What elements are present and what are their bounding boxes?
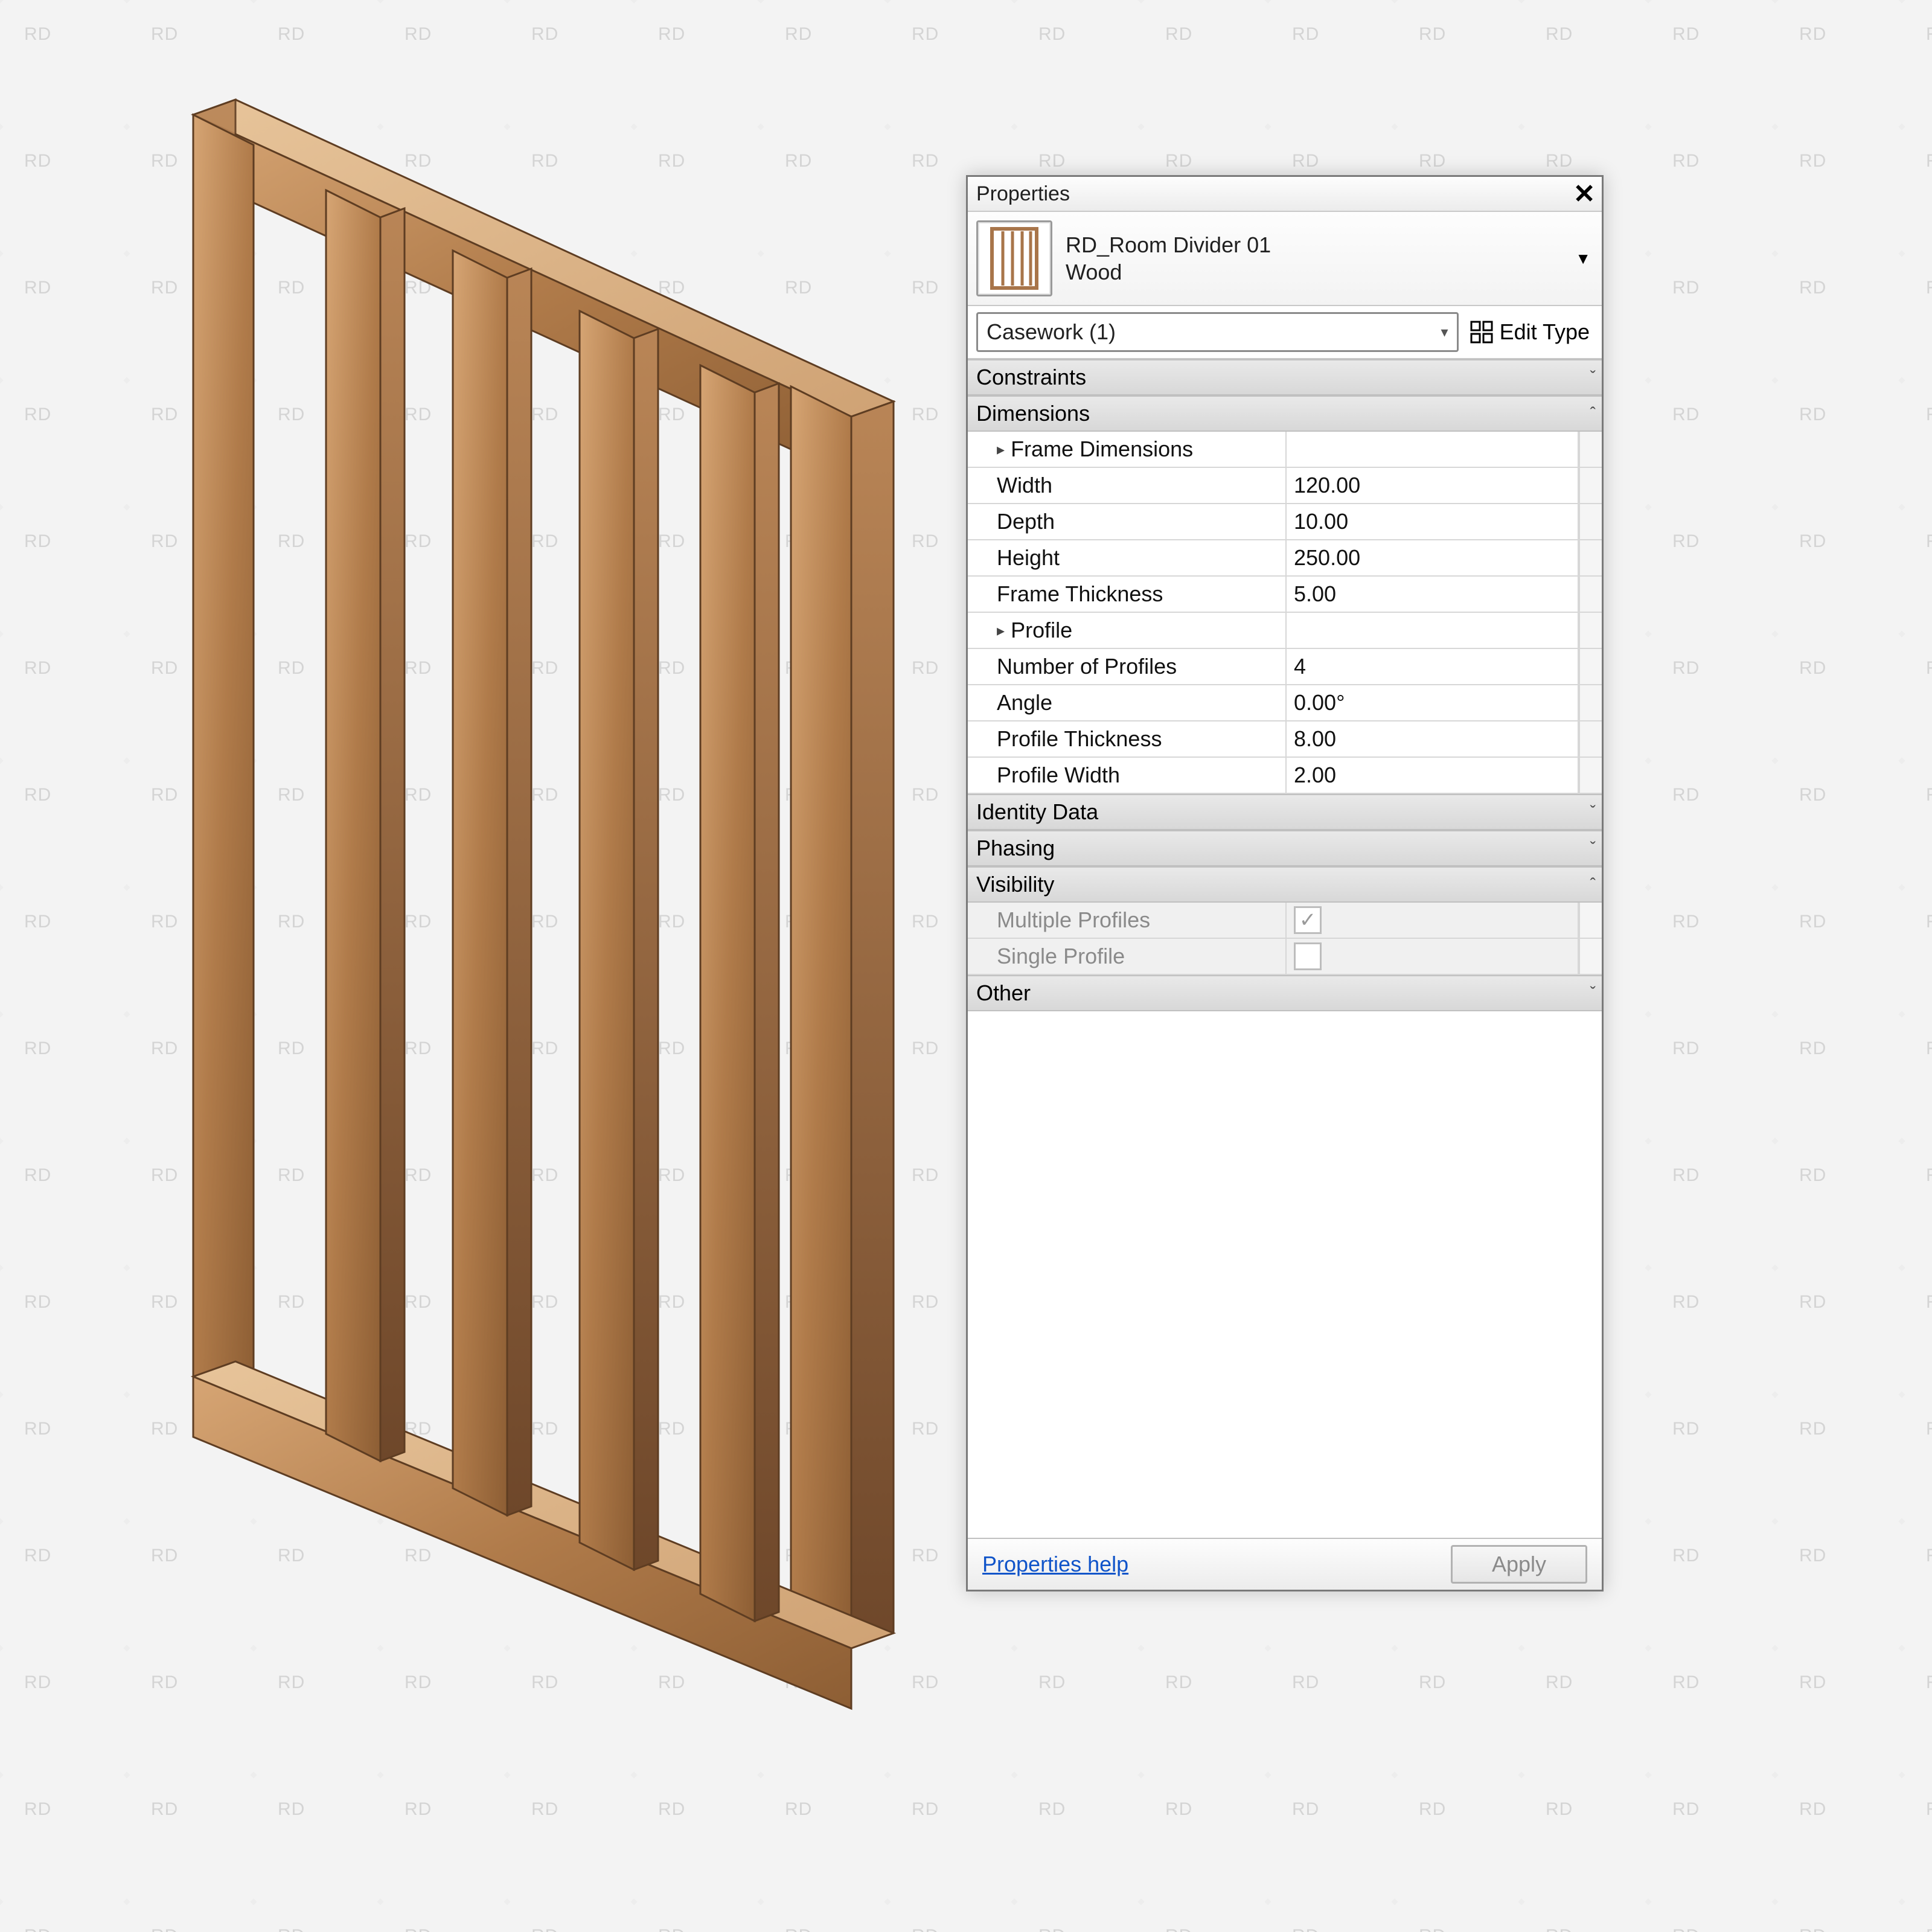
param-label: Profile Thickness bbox=[968, 721, 1287, 756]
family-thumbnail bbox=[976, 220, 1052, 296]
group-identity-data[interactable]: Identity Data ˇ bbox=[968, 794, 1602, 830]
group-phasing[interactable]: Phasing ˇ bbox=[968, 830, 1602, 866]
properties-empty-area bbox=[968, 1011, 1602, 1538]
param-label: Number of Profiles bbox=[968, 649, 1287, 684]
type-selector-row[interactable]: RD_Room Divider 01 Wood ▼ bbox=[968, 212, 1602, 306]
properties-panel: Properties ✕ RD_Room Divider 01 Wood ▼ C… bbox=[966, 175, 1604, 1591]
param-label: Frame Thickness bbox=[968, 577, 1287, 612]
expand-collapse-icon: ˆ bbox=[1590, 875, 1596, 894]
close-icon[interactable]: ✕ bbox=[1572, 181, 1597, 206]
properties-title: Properties bbox=[976, 182, 1070, 206]
param-label: Profile Width bbox=[968, 758, 1287, 793]
associate-button[interactable] bbox=[1579, 540, 1602, 575]
param-label: Width bbox=[968, 468, 1287, 503]
row-height[interactable]: Height 250.00 bbox=[968, 540, 1602, 577]
apply-button[interactable]: Apply bbox=[1451, 1545, 1587, 1584]
param-label: Frame Dimensions bbox=[968, 432, 1287, 467]
row-depth[interactable]: Depth 10.00 bbox=[968, 504, 1602, 540]
param-label: Angle bbox=[968, 685, 1287, 720]
group-label: Phasing bbox=[976, 836, 1055, 861]
associate-button[interactable] bbox=[1579, 468, 1602, 503]
param-value[interactable]: 2.00 bbox=[1287, 758, 1579, 793]
group-other[interactable]: Other ˇ bbox=[968, 975, 1602, 1011]
param-value[interactable]: 5.00 bbox=[1287, 577, 1579, 612]
row-frame-thickness[interactable]: Frame Thickness 5.00 bbox=[968, 577, 1602, 613]
group-constraints[interactable]: Constraints ˇ bbox=[968, 359, 1602, 395]
group-visibility[interactable]: Visibility ˆ bbox=[968, 866, 1602, 903]
associate-button[interactable] bbox=[1579, 649, 1602, 684]
param-value bbox=[1287, 432, 1579, 467]
category-filter-text: Casework (1) bbox=[987, 319, 1116, 345]
associate-button[interactable] bbox=[1579, 685, 1602, 720]
type-name: Wood bbox=[1066, 258, 1562, 286]
param-label: Profile bbox=[968, 613, 1287, 648]
param-value[interactable]: 250.00 bbox=[1287, 540, 1579, 575]
associate-button[interactable] bbox=[1579, 903, 1602, 938]
row-profile[interactable]: Profile bbox=[968, 613, 1602, 649]
checkbox-unchecked-icon bbox=[1294, 942, 1322, 970]
row-frame-dimensions[interactable]: Frame Dimensions bbox=[968, 432, 1602, 468]
expand-collapse-icon: ˇ bbox=[1590, 839, 1596, 858]
param-value: ✓ bbox=[1287, 903, 1579, 938]
param-value[interactable]: 10.00 bbox=[1287, 504, 1579, 539]
param-value[interactable]: 8.00 bbox=[1287, 721, 1579, 756]
properties-titlebar[interactable]: Properties ✕ bbox=[968, 177, 1602, 212]
param-value bbox=[1287, 613, 1579, 648]
associate-button[interactable] bbox=[1579, 504, 1602, 539]
row-profile-thickness[interactable]: Profile Thickness 8.00 bbox=[968, 721, 1602, 758]
properties-footer: Properties help Apply bbox=[968, 1538, 1602, 1590]
param-label: Single Profile bbox=[968, 939, 1287, 974]
edit-type-label: Edit Type bbox=[1500, 319, 1590, 345]
row-multiple-profiles: Multiple Profiles ✓ bbox=[968, 903, 1602, 939]
associate-button[interactable] bbox=[1579, 721, 1602, 756]
group-label: Dimensions bbox=[976, 401, 1090, 426]
chevron-down-icon[interactable]: ▼ bbox=[1575, 249, 1591, 268]
edit-type-button[interactable]: Edit Type bbox=[1466, 316, 1593, 348]
associate-button[interactable] bbox=[1579, 577, 1602, 612]
param-value[interactable]: 0.00° bbox=[1287, 685, 1579, 720]
expand-collapse-icon: ˇ bbox=[1590, 368, 1596, 387]
row-profile-width[interactable]: Profile Width 2.00 bbox=[968, 758, 1602, 794]
room-divider-model bbox=[66, 30, 912, 1751]
param-label: Multiple Profiles bbox=[968, 903, 1287, 938]
row-angle[interactable]: Angle 0.00° bbox=[968, 685, 1602, 721]
associate-button[interactable] bbox=[1579, 939, 1602, 974]
edit-type-icon bbox=[1470, 320, 1494, 344]
expand-collapse-icon: ˆ bbox=[1590, 404, 1596, 423]
param-value bbox=[1287, 939, 1579, 974]
properties-help-link[interactable]: Properties help bbox=[982, 1552, 1128, 1577]
model-viewport[interactable] bbox=[66, 30, 912, 1721]
param-value[interactable]: 120.00 bbox=[1287, 468, 1579, 503]
associate-button[interactable] bbox=[1579, 758, 1602, 793]
row-num-profiles[interactable]: Number of Profiles 4 bbox=[968, 649, 1602, 685]
row-width[interactable]: Width 120.00 bbox=[968, 468, 1602, 504]
chevron-down-icon: ▾ bbox=[1441, 324, 1448, 341]
family-name: RD_Room Divider 01 bbox=[1066, 231, 1562, 258]
group-label: Identity Data bbox=[976, 799, 1098, 825]
family-type-text: RD_Room Divider 01 Wood bbox=[1066, 231, 1562, 286]
group-label: Other bbox=[976, 980, 1031, 1006]
expand-collapse-icon: ˇ bbox=[1590, 802, 1596, 822]
param-label: Depth bbox=[968, 504, 1287, 539]
properties-list: Constraints ˇ Dimensions ˆ Frame Dimensi… bbox=[968, 359, 1602, 1538]
param-value[interactable]: 4 bbox=[1287, 649, 1579, 684]
group-dimensions[interactable]: Dimensions ˆ bbox=[968, 395, 1602, 432]
row-single-profile: Single Profile bbox=[968, 939, 1602, 975]
group-label: Visibility bbox=[976, 872, 1054, 897]
group-label: Constraints bbox=[976, 365, 1086, 390]
checkbox-checked-icon: ✓ bbox=[1294, 906, 1322, 934]
expand-collapse-icon: ˇ bbox=[1590, 984, 1596, 1003]
param-label: Height bbox=[968, 540, 1287, 575]
category-filter-combo[interactable]: Casework (1) ▾ bbox=[976, 312, 1459, 352]
associate-button[interactable] bbox=[1579, 613, 1602, 648]
associate-button[interactable] bbox=[1579, 432, 1602, 467]
